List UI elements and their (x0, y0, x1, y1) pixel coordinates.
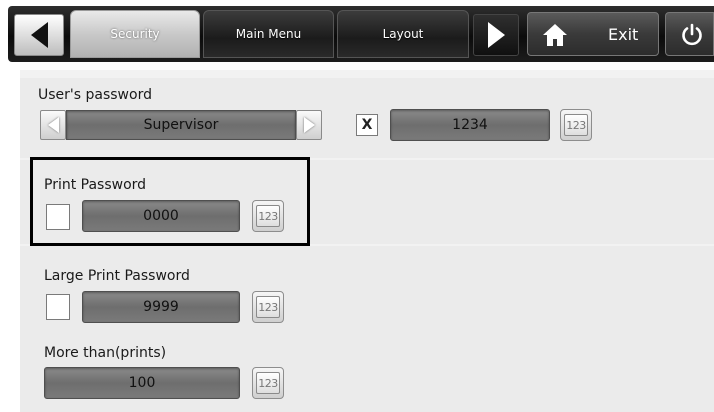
keypad-label: 123 (566, 118, 586, 132)
large-print-password-keypad-button[interactable]: 123 (252, 291, 284, 323)
tab-main-menu[interactable]: Main Menu (203, 10, 334, 58)
back-button[interactable] (14, 14, 64, 56)
exit-button[interactable]: Exit (527, 12, 659, 56)
home-icon (543, 24, 567, 46)
user-selector[interactable]: Supervisor (66, 110, 296, 140)
user-prev-button[interactable] (40, 110, 66, 140)
keypad-label: 123 (258, 376, 278, 390)
chevron-left-icon (47, 117, 59, 133)
arrow-right-icon (487, 22, 505, 48)
keypad-icon: 123 (256, 296, 280, 318)
security-settings-panel: User's password Supervisor X 1234 123 Pr… (20, 70, 714, 412)
tab-layout[interactable]: Layout (337, 10, 469, 58)
users-password-field[interactable]: 1234 (390, 109, 550, 141)
more-than-prints-keypad-button[interactable]: 123 (252, 367, 284, 399)
users-password-value: 1234 (452, 117, 488, 133)
print-password-highlight-frame (30, 157, 310, 246)
more-than-prints-label: More than(prints) (44, 345, 167, 361)
top-toolbar: Security Main Menu Layout Exit (0, 0, 714, 66)
chevron-right-icon (303, 117, 315, 133)
more-than-prints-value: 100 (128, 375, 156, 391)
forward-button[interactable] (473, 14, 519, 56)
large-print-password-section: Large Print Password 9999 123 More than(… (20, 246, 714, 412)
power-button[interactable] (665, 12, 714, 56)
power-icon (682, 23, 702, 46)
arrow-left-icon (30, 22, 48, 48)
keypad-icon: 123 (256, 372, 280, 394)
keypad-label: 123 (258, 300, 278, 314)
users-password-checkbox[interactable]: X (356, 114, 378, 136)
large-print-password-label: Large Print Password (44, 268, 190, 284)
users-password-section: User's password Supervisor X 1234 123 (20, 78, 714, 158)
more-than-prints-field[interactable]: 100 (44, 367, 240, 399)
keypad-icon: 123 (564, 114, 588, 136)
tab-security[interactable]: Security (70, 10, 200, 58)
user-next-button[interactable] (296, 110, 322, 140)
user-selector-value: Supervisor (143, 117, 219, 133)
large-print-password-field[interactable]: 9999 (82, 291, 240, 323)
large-print-password-checkbox[interactable] (46, 294, 70, 320)
exit-label: Exit (608, 25, 639, 44)
tab-layout-label: Layout (382, 27, 424, 41)
users-password-keypad-button[interactable]: 123 (560, 109, 592, 141)
large-print-password-value: 9999 (143, 299, 179, 315)
users-password-label: User's password (38, 87, 152, 103)
checkbox-mark: X (361, 117, 373, 133)
tab-security-label: Security (110, 27, 160, 41)
tab-main-menu-label: Main Menu (235, 27, 302, 41)
